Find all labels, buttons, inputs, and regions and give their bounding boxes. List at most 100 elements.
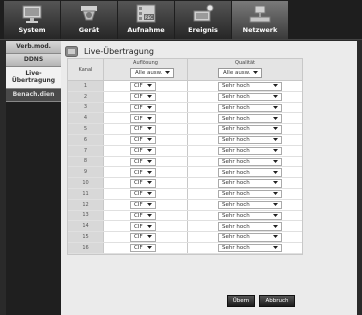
tab-geraet[interactable]: Gerät — [61, 1, 117, 39]
quality-select[interactable]: Sehr hoch — [218, 146, 282, 156]
tab-aufnahme[interactable]: REC Aufnahme — [118, 1, 174, 39]
aufloesung-cell: CIF — [104, 242, 188, 253]
quality-select[interactable]: Sehr hoch — [218, 211, 282, 221]
svg-text:REC: REC — [145, 15, 153, 20]
chevron-down-icon — [273, 105, 278, 109]
resolution-select[interactable]: CIF — [130, 179, 156, 188]
table-row: 12 CIF Sehr hoch — [68, 199, 302, 211]
resolution-select[interactable]: CIF — [130, 233, 156, 242]
chevron-down-icon — [147, 203, 152, 207]
quality-select[interactable]: Sehr hoch — [218, 200, 282, 210]
select-value: Sehr hoch — [222, 180, 250, 187]
chevron-down-icon — [147, 170, 152, 174]
resolution-select[interactable]: CIF — [130, 189, 156, 199]
table-row: 5 CIF Sehr hoch — [68, 124, 302, 135]
tab-ereignis[interactable]: Ereignis — [175, 1, 231, 39]
select-value: Sehr hoch — [222, 104, 250, 111]
resolution-select[interactable]: CIF — [130, 82, 156, 91]
resolution-select[interactable]: CIF — [130, 211, 156, 221]
quality-select[interactable]: Sehr hoch — [218, 157, 282, 167]
quality-select[interactable]: Sehr hoch — [218, 189, 282, 199]
sidebar-item-ddns[interactable]: DDNS — [6, 54, 61, 67]
aufloesung-cell: CIF — [104, 134, 188, 145]
qualitaet-cell: Sehr hoch — [188, 124, 302, 134]
network-icon — [249, 5, 271, 23]
qualitaet-cell: Sehr hoch — [188, 232, 302, 242]
channel-number: 11 — [68, 188, 104, 199]
cancel-button[interactable]: Abbruch — [259, 295, 295, 307]
resolution-select[interactable]: CIF — [130, 135, 156, 145]
chevron-down-icon — [273, 95, 278, 99]
channel-number: 2 — [68, 91, 104, 102]
header-qualitaet: Qualität — [235, 60, 255, 66]
select-all-qualitaet-dropdown[interactable]: Alle ausw. — [218, 68, 262, 78]
tab-netzwerk[interactable]: Netzwerk — [232, 1, 288, 39]
select-value: CIF — [134, 169, 143, 176]
resolution-select[interactable]: CIF — [130, 200, 156, 210]
resolution-select[interactable]: CIF — [130, 114, 156, 123]
chevron-down-icon — [147, 192, 152, 196]
quality-select[interactable]: Sehr hoch — [218, 179, 282, 188]
chevron-down-icon — [273, 138, 278, 142]
quality-select[interactable]: Sehr hoch — [218, 103, 282, 113]
chevron-down-icon — [273, 203, 278, 207]
chevron-down-icon — [273, 116, 278, 120]
stream-table: Kanal Auflösung Alle ausw. Qualität Alle… — [67, 58, 303, 255]
chevron-down-icon — [147, 224, 152, 228]
quality-select[interactable]: Sehr hoch — [218, 168, 282, 177]
aufloesung-cell: CIF — [104, 167, 188, 178]
quality-select[interactable]: Sehr hoch — [218, 114, 282, 123]
select-value: Sehr hoch — [222, 158, 250, 165]
resolution-select[interactable]: CIF — [130, 222, 156, 231]
select-value: Sehr hoch — [222, 126, 250, 133]
page-title: Live-Übertragung — [84, 46, 154, 56]
tab-label: Netzwerk — [242, 26, 278, 34]
select-value: Sehr hoch — [222, 202, 250, 209]
apply-button[interactable]: Übern — [227, 295, 255, 307]
qualitaet-cell: Sehr hoch — [188, 189, 302, 199]
resolution-select[interactable]: CIF — [130, 103, 156, 113]
select-value: CIF — [134, 94, 143, 101]
resolution-select[interactable]: CIF — [130, 146, 156, 156]
sidebar-item-live-uebertragung[interactable]: Live-Übertragung — [6, 67, 61, 89]
select-all-aufloesung-dropdown[interactable]: Alle ausw. — [130, 68, 174, 78]
header-aufloesung: Auflösung — [133, 60, 158, 66]
quality-select[interactable]: Sehr hoch — [218, 135, 282, 145]
resolution-select[interactable]: CIF — [130, 243, 156, 253]
table-row: 2 CIF Sehr hoch — [68, 91, 302, 103]
table-row: 15 CIF Sehr hoch — [68, 232, 302, 243]
camera-icon — [81, 6, 97, 21]
table-row: 1 CIF Sehr hoch — [68, 81, 302, 92]
resolution-select[interactable]: CIF — [130, 125, 156, 134]
aufloesung-cell: CIF — [104, 91, 188, 102]
select-value: CIF — [134, 158, 143, 165]
chevron-down-icon — [273, 149, 278, 153]
resolution-select[interactable]: CIF — [130, 168, 156, 177]
table-row: 9 CIF Sehr hoch — [68, 167, 302, 179]
quality-select[interactable]: Sehr hoch — [218, 92, 282, 102]
select-value: CIF — [134, 148, 143, 155]
select-value: Sehr hoch — [222, 94, 250, 101]
sidebar-item-benachdien[interactable]: Benach.dien — [6, 89, 61, 102]
channel-number: 5 — [68, 124, 104, 134]
chevron-down-icon — [147, 138, 152, 142]
chevron-down-icon — [147, 235, 152, 239]
streaming-icon — [65, 45, 78, 57]
quality-select[interactable]: Sehr hoch — [218, 222, 282, 231]
resolution-select[interactable]: CIF — [130, 157, 156, 167]
table-row: 16 CIF Sehr hoch — [68, 242, 302, 254]
resolution-select[interactable]: CIF — [130, 92, 156, 102]
tab-system[interactable]: System — [4, 1, 60, 39]
qualitaet-cell: Sehr hoch — [188, 113, 302, 123]
quality-select[interactable]: Sehr hoch — [218, 243, 282, 253]
sidebar: Verb.mod. DDNS Live-Übertragung Benach.d… — [6, 41, 61, 315]
record-icon: REC — [136, 4, 156, 23]
quality-select[interactable]: Sehr hoch — [218, 125, 282, 134]
quality-select[interactable]: Sehr hoch — [218, 82, 282, 91]
aufloesung-cell: CIF — [104, 81, 188, 91]
main-nav: System Gerät REC Aufnahme Ereignis Netzw… — [4, 1, 289, 39]
chevron-down-icon — [165, 71, 170, 74]
select-value: CIF — [134, 245, 143, 252]
quality-select[interactable]: Sehr hoch — [218, 233, 282, 242]
sidebar-item-verbmod[interactable]: Verb.mod. — [6, 41, 61, 54]
